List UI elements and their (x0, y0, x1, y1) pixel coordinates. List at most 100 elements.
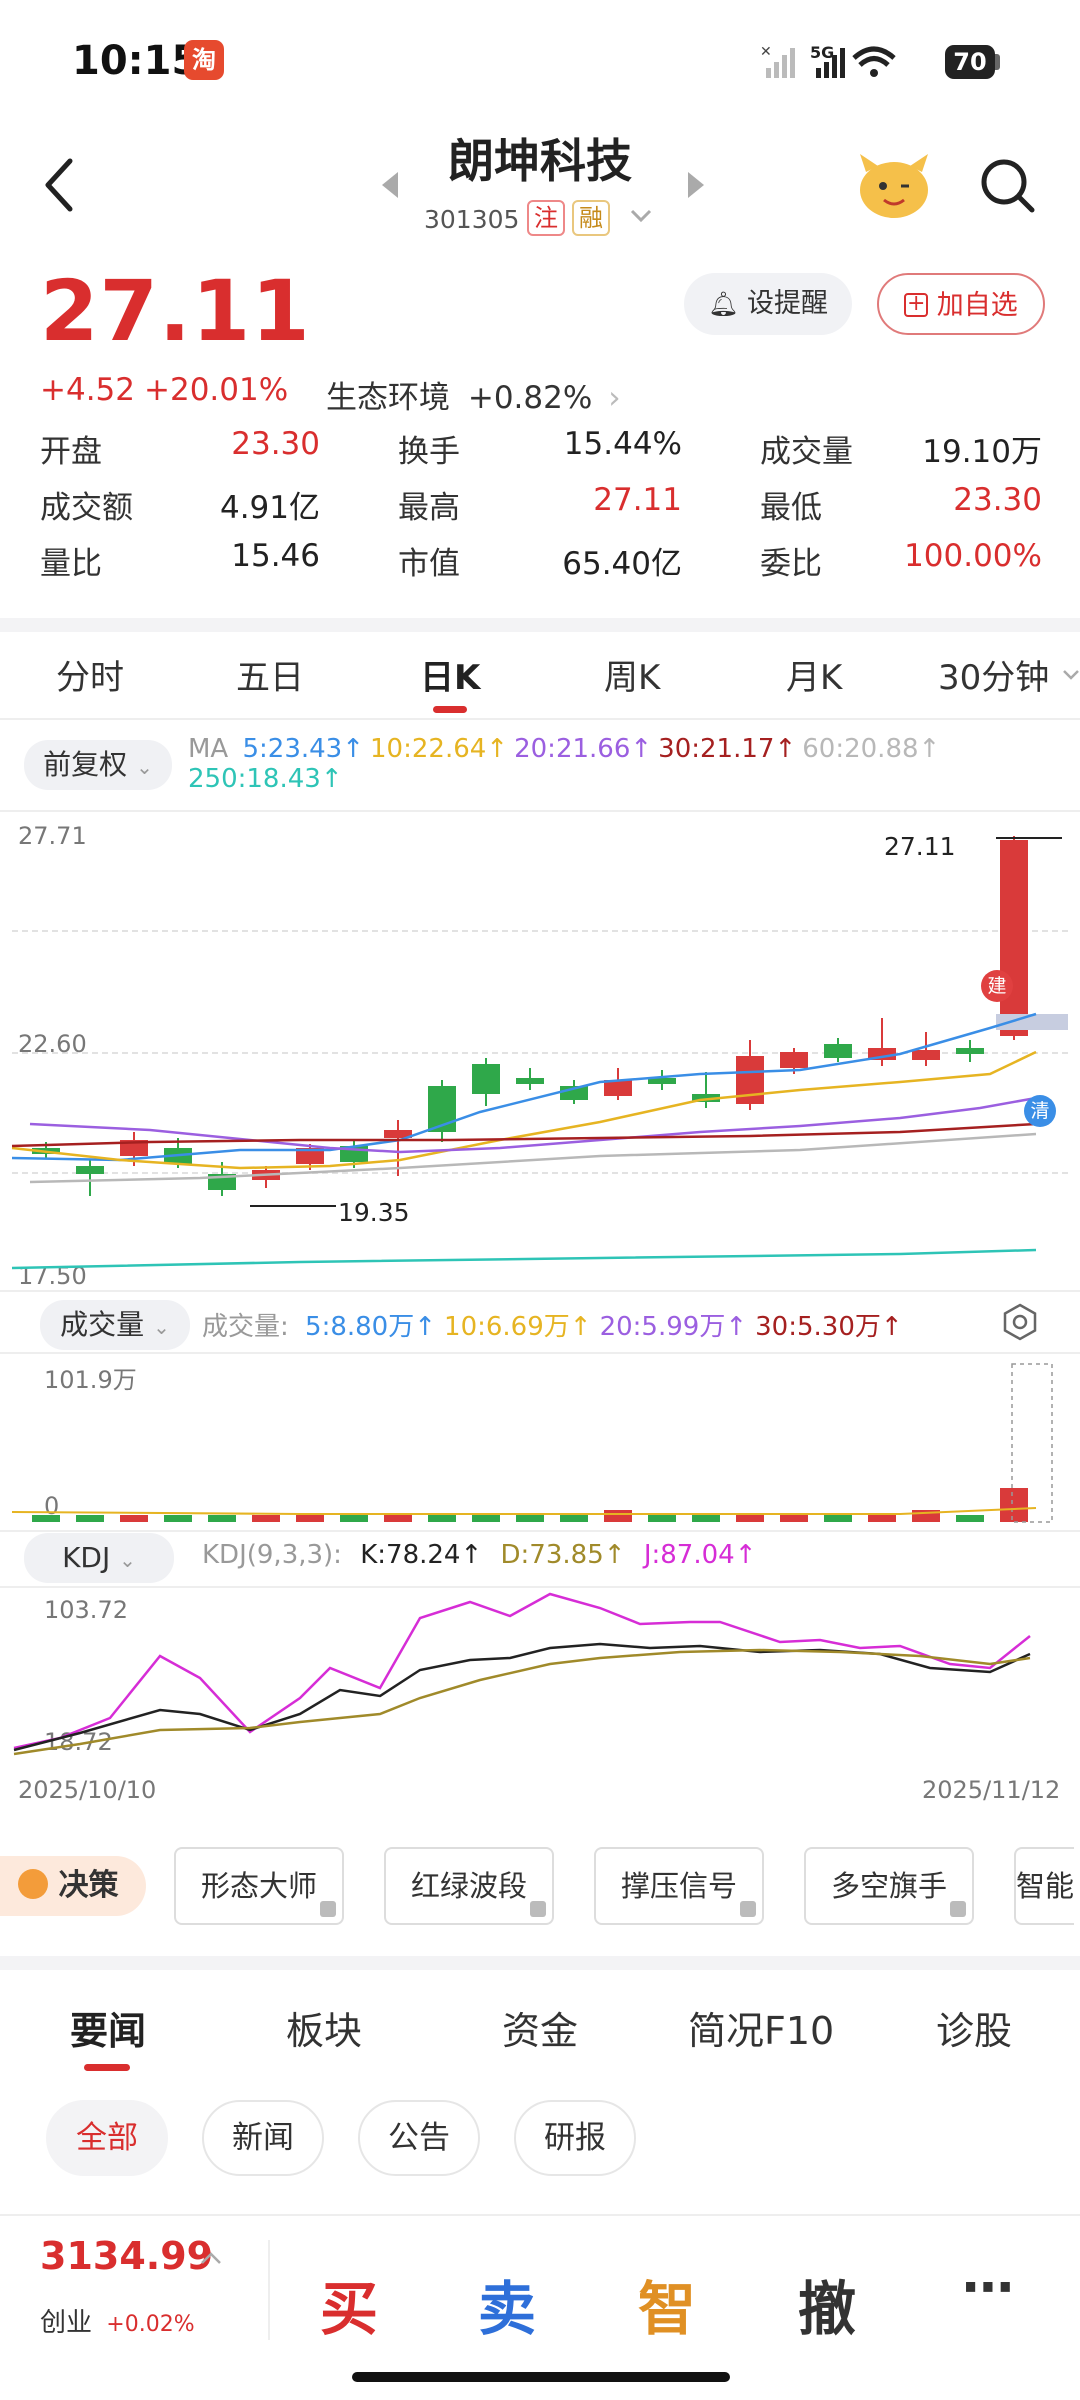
tab-2[interactable]: 日K (420, 650, 480, 699)
kdj-dropdown[interactable]: KDJ ⌄ (24, 1533, 174, 1583)
volume-bar (164, 1515, 192, 1522)
smart-trade-button[interactable]: 智 (638, 2262, 696, 2346)
volume-indicator-label: 成交量 (60, 1308, 145, 1341)
wifi-icon (852, 46, 896, 77)
no-signal-icon: ✕ (760, 44, 795, 78)
volume-chart[interactable] (0, 1352, 1080, 1532)
ma-values: 5:23.43↑ 10:22.64↑ 20:21.66↑ 30:21.17↑ 60:20… (236, 734, 940, 764)
moving-average-line (11, 1248, 1037, 1270)
tool-button-4[interactable]: 智能 (1014, 1847, 1074, 1925)
news-tab-3[interactable]: 简况F10 (688, 2000, 834, 2055)
tool-button-2[interactable]: 撑压信号 (594, 1847, 764, 1925)
search-icon[interactable] (980, 156, 1036, 216)
news-tab-4[interactable]: 诊股 (936, 2000, 1012, 2055)
ma-250-value: 250:18.43↑ (188, 764, 343, 794)
volume-dropdown[interactable]: 成交量 ⌄ (40, 1300, 190, 1350)
news-tab-0[interactable]: 要闻 (70, 2000, 146, 2055)
stat-value: 100.00% (904, 538, 1042, 574)
index-change: +0.02% (106, 2312, 195, 2337)
stat-value: 15.44% (563, 426, 682, 462)
clear-position-badge[interactable]: 清 (1024, 1095, 1056, 1127)
lock-icon (740, 1901, 756, 1917)
tool-button-1[interactable]: 红绿波段 (384, 1847, 554, 1925)
tool-label: 红绿波段 (410, 1869, 527, 1903)
volume-bar (648, 1515, 676, 1522)
news-tab-indicator (84, 2064, 130, 2071)
volume-ma-item: 30:5.30万↑ (755, 1312, 903, 1342)
candle-body (472, 1064, 500, 1094)
sector-change: +0.82% (467, 380, 593, 416)
kdj-params: KDJ(9,3,3): (202, 1540, 342, 1570)
filter-chip-3[interactable]: 研报 (514, 2100, 636, 2176)
tool-button-0[interactable]: 形态大师 (174, 1847, 344, 1925)
add-watchlist-button[interactable]: + 加自选 (877, 273, 1045, 335)
end-date-label: 2025/11/12 (922, 1776, 1061, 1804)
mascot-icon[interactable] (856, 150, 932, 222)
kdj-chart[interactable] (0, 1588, 1080, 1768)
volume-bar (76, 1515, 104, 1522)
set-alert-label: 设提醒 (747, 288, 829, 319)
kdj-indicator-label: KDJ (62, 1541, 111, 1574)
candle-body (780, 1052, 808, 1068)
lock-icon (530, 1901, 546, 1917)
up-arrow-icon: ↑ (342, 734, 365, 764)
tabs-divider (0, 718, 1080, 720)
news-tab-2[interactable]: 资金 (502, 2000, 578, 2055)
set-alert-button[interactable]: 🔔︎ 设提醒 (684, 273, 852, 335)
decision-button[interactable]: 决策 (0, 1856, 146, 1916)
adjust-dropdown[interactable]: 前复权 ⌄ (24, 740, 172, 790)
dropdown-chevron-icon: ⌄ (119, 1548, 136, 1572)
cancel-order-button[interactable]: 撤 (798, 2262, 856, 2346)
volume-bar (1000, 1488, 1028, 1522)
chevron-down-icon[interactable] (630, 208, 652, 224)
tab-chevron-down-icon[interactable] (1062, 668, 1080, 682)
tab-5[interactable]: 30分钟 (938, 650, 1049, 699)
sector-link[interactable]: 生态环境 +0.82% › (326, 372, 621, 417)
svg-text:5G: 5G (810, 43, 834, 62)
margin-tag: 融 (572, 200, 610, 236)
ma-legend: MA 5:23.43↑ 10:22.64↑ 20:21.66↑ 30:21.17↑ 60… (188, 734, 940, 764)
index-value[interactable]: 3134.99 (40, 2234, 213, 2278)
next-stock-icon[interactable] (684, 170, 708, 200)
chevron-up-icon[interactable] (200, 2250, 222, 2266)
kdj-k-value: K:78.24↑ (360, 1540, 483, 1570)
stat-label: 换手 (398, 434, 460, 470)
active-tab-indicator (433, 706, 467, 713)
more-icon[interactable]: ⋯ (962, 2258, 1014, 2318)
tool-button-3[interactable]: 多空旗手 (804, 1847, 974, 1925)
ma-item: 250:18.43↑ (188, 764, 343, 794)
stat-label: 委比 (760, 546, 822, 582)
tab-0[interactable]: 分时 (56, 650, 124, 699)
tool-label: 智能 (1016, 1869, 1074, 1903)
stat-label: 市值 (398, 546, 460, 582)
build-position-badge[interactable]: 建 (981, 970, 1013, 1002)
ma-item: 60:20.88↑ (802, 734, 940, 764)
filter-chip-1[interactable]: 新闻 (202, 2100, 324, 2176)
kdj-j-value: J:87.04↑ (643, 1540, 757, 1570)
ma-250-row: 250:18.43↑ (188, 764, 343, 794)
ma-value: 5:23.43 (242, 734, 343, 764)
stat-label: 开盘 (40, 434, 102, 470)
sell-button[interactable]: 卖 (478, 2262, 536, 2346)
candlestick-chart[interactable] (0, 812, 1080, 1292)
tab-4[interactable]: 月K (786, 650, 842, 699)
battery-icon: 70 (945, 45, 995, 79)
volume-ma-legend: 成交量: 5:8.80万↑ 10:6.69万↑ 20:5.99万↑ 30:5.30万↑ (202, 1306, 903, 1343)
ma-item: 5:23.43↑ (242, 734, 364, 764)
buy-button[interactable]: 买 (320, 2262, 378, 2346)
filter-chip-2[interactable]: 公告 (358, 2100, 480, 2176)
tab-1[interactable]: 五日 (236, 650, 304, 699)
filter-chip-0[interactable]: 全部 (46, 2100, 168, 2176)
candle-body (516, 1078, 544, 1084)
tab-3[interactable]: 周K (604, 650, 660, 699)
settings-icon[interactable] (1000, 1302, 1040, 1342)
candle-body (912, 1050, 940, 1060)
stat-value: 23.30 (231, 426, 320, 462)
decision-label: 决策 (58, 1868, 119, 1903)
home-indicator (352, 2372, 730, 2382)
news-tab-1[interactable]: 板块 (286, 2000, 362, 2055)
volume-bar (780, 1515, 808, 1522)
up-arrow-icon: ↑ (320, 764, 343, 794)
volume-bar (340, 1515, 368, 1522)
chevron-right-icon: › (608, 380, 621, 416)
